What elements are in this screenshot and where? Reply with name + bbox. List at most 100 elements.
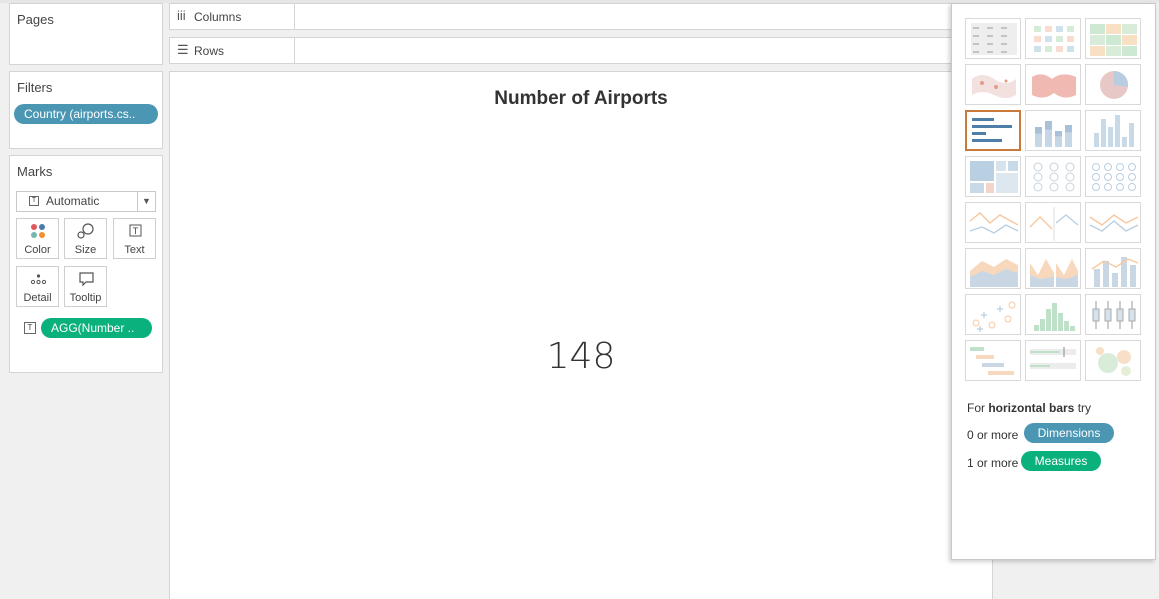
dimensions-prefix: 0 or more	[967, 428, 1019, 442]
text-mark-icon: T	[29, 196, 39, 206]
detail-label: Detail	[23, 292, 52, 304]
histogram-icon	[1034, 303, 1075, 331]
chart-type-pie-chart[interactable]	[1085, 64, 1141, 105]
text-label: Text	[124, 244, 145, 256]
chart-type-side-by-side-circles[interactable]	[1085, 156, 1141, 197]
chart-type-stacked-bars[interactable]	[1025, 110, 1081, 151]
measures-pill: Measures	[1021, 451, 1101, 471]
text-button[interactable]: T Text	[113, 218, 156, 259]
chart-type-packed-bubbles[interactable]	[1085, 340, 1141, 381]
columns-icon: iii	[177, 8, 186, 23]
chart-type-highlight-table[interactable]	[1085, 18, 1141, 59]
rows-label: Rows	[194, 44, 225, 58]
columns-shelf: iii Columns	[169, 3, 959, 30]
area-discrete-icon	[1030, 259, 1078, 287]
chart-type-histogram[interactable]	[1025, 294, 1081, 335]
hint-prefix: For	[967, 401, 989, 415]
chart-type-dual-lines[interactable]	[1085, 202, 1141, 243]
pages-title: Pages	[17, 12, 54, 27]
text-encoding-icon: T	[24, 322, 36, 334]
size-icon	[65, 223, 106, 239]
show-me-panel: For horizontal bars try 0 or more Dimens…	[951, 3, 1156, 560]
tooltip-icon	[65, 271, 106, 287]
heat-map-icon	[1034, 26, 1074, 52]
dual-combination-icon	[1091, 257, 1139, 287]
mark-type-value: Automatic	[46, 194, 100, 208]
columns-label: Columns	[194, 10, 242, 24]
bullet-graph-icon	[1030, 347, 1076, 369]
horizontal-bars-icon	[972, 118, 1012, 142]
chart-type-heat-map[interactable]	[1025, 18, 1081, 59]
side-by-side-circles-icon	[1092, 163, 1136, 191]
circle-views-icon	[1033, 162, 1075, 192]
packed-bubbles-icon	[1096, 347, 1131, 376]
rows-drop-zone[interactable]	[294, 37, 959, 64]
marks-card: Marks T Automatic ▼ Color Size T Text De…	[9, 155, 163, 373]
chart-type-filled-map[interactable]	[1025, 64, 1081, 105]
filter-pill-country[interactable]: Country (airports.cs..	[14, 104, 158, 124]
view-title: Number of Airports	[494, 88, 668, 109]
chart-type-area-discrete[interactable]	[1025, 248, 1081, 289]
chart-type-area-continuous[interactable]	[965, 248, 1021, 289]
color-label: Color	[24, 244, 51, 256]
dual-lines-icon	[1089, 214, 1139, 232]
chart-type-treemap[interactable]	[965, 156, 1021, 197]
measure-pill-number[interactable]: AGG(Number ..	[41, 318, 152, 338]
marks-title: Marks	[17, 164, 53, 179]
show-me-hint: For horizontal bars try	[967, 401, 1091, 415]
chart-type-dual-combination[interactable]	[1085, 248, 1141, 289]
chart-type-symbol-map[interactable]	[965, 64, 1021, 105]
chevron-down-icon[interactable]: ▼	[137, 192, 155, 211]
chart-type-discrete-lines[interactable]	[1025, 202, 1081, 243]
svg-text:T: T	[133, 226, 139, 236]
area-continuous-icon	[970, 259, 1018, 287]
gantt-chart-icon	[970, 347, 1014, 375]
size-label: Size	[74, 244, 97, 256]
side-by-side-bars-icon	[1094, 115, 1134, 147]
size-button[interactable]: Size	[64, 218, 107, 259]
columns-drop-zone[interactable]	[294, 3, 959, 30]
chart-type-circle-views[interactable]	[1025, 156, 1081, 197]
treemap-icon	[970, 161, 1018, 193]
chart-type-scatter-plot[interactable]	[965, 294, 1021, 335]
tooltip-label: Tooltip	[69, 292, 102, 304]
tableau-workspace: Pages Filters Country (airports.cs.. Mar…	[0, 0, 1159, 599]
measures-requirement: 1 or more	[967, 456, 1018, 470]
pie-chart-icon	[1100, 70, 1129, 99]
chart-type-text-table[interactable]	[965, 18, 1021, 59]
chart-type-continuous-lines[interactable]	[965, 202, 1021, 243]
detail-icon	[17, 271, 58, 287]
symbol-map-icon	[972, 75, 1016, 98]
measures-prefix: 1 or more	[967, 456, 1019, 470]
chart-type-bullet-graph[interactable]	[1025, 340, 1081, 381]
text-table-icon	[971, 23, 1017, 55]
hint-suffix: try	[1074, 401, 1092, 415]
box-whisker-icon	[1092, 301, 1136, 329]
chart-type-side-by-side-bars[interactable]	[1085, 110, 1141, 151]
chart-type-gantt-chart[interactable]	[965, 340, 1021, 381]
dimensions-requirement: 0 or more	[967, 428, 1018, 442]
discrete-lines-icon	[1029, 207, 1079, 241]
rows-icon: ☰	[177, 42, 189, 57]
filled-map-icon	[1032, 74, 1076, 98]
pages-card[interactable]: Pages	[9, 3, 163, 65]
scatter-plot-icon	[972, 301, 1016, 332]
color-icon	[17, 223, 58, 239]
filters-card[interactable]: Filters Country (airports.cs..	[9, 71, 163, 149]
rows-shelf: ☰ Rows	[169, 37, 959, 64]
visualization-view[interactable]: Number of Airports 148	[169, 71, 993, 599]
tooltip-button[interactable]: Tooltip	[64, 266, 107, 307]
kpi-value: 148	[546, 336, 616, 377]
filters-title: Filters	[17, 80, 53, 95]
stacked-bars-icon	[1035, 121, 1072, 147]
mark-type-dropdown[interactable]: T Automatic ▼	[16, 191, 156, 212]
dimensions-pill: Dimensions	[1024, 423, 1114, 443]
hint-chart-type: horizontal bars	[988, 401, 1075, 415]
chart-type-horizontal-bars[interactable]	[965, 110, 1021, 151]
chart-type-box-whisker[interactable]	[1085, 294, 1141, 335]
color-button[interactable]: Color	[16, 218, 59, 259]
detail-button[interactable]: Detail	[16, 266, 59, 307]
continuous-lines-icon	[969, 212, 1019, 234]
highlight-table-icon	[1090, 24, 1137, 56]
text-icon: T	[114, 223, 155, 239]
